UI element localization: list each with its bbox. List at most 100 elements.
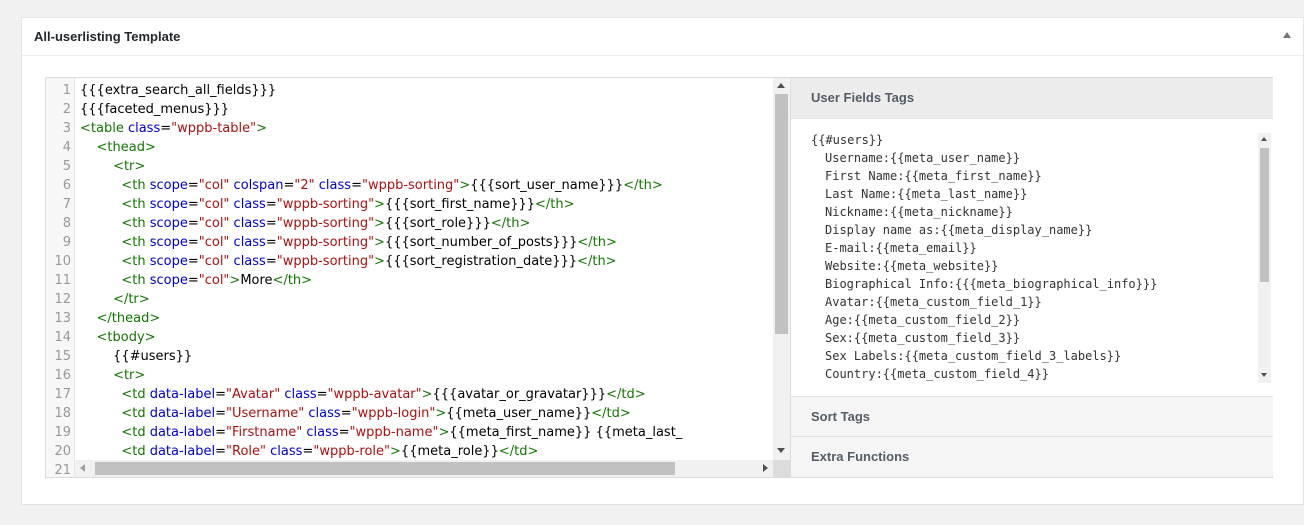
code-token: = [187,216,199,231]
collapse-arrow-icon[interactable] [1283,32,1291,38]
code-line[interactable]: 5 <tr> [46,157,790,176]
code-line[interactable]: 16 <tr> [46,366,790,385]
code-line[interactable]: 8 <th scope="col" class="wppb-sorting">{… [46,214,790,233]
code-text: <td data-label="Username" class="wppb-lo… [80,404,630,423]
scroll-thumb[interactable] [775,94,788,334]
code-text: <tr> [80,157,145,176]
line-number: 19 [54,425,71,440]
scroll-up-arrow-icon[interactable] [1261,137,1267,141]
tags-side-panel: User Fields Tags {{#users}} Username:{{me… [790,78,1273,477]
code-lines[interactable]: 1 {{{extra_search_all_fields}}} 2 {{{facete… [46,81,790,477]
code-token: = [316,387,328,402]
code-token: class [127,121,161,136]
code-line[interactable]: 18 <td data-label="Username" class="wppb… [46,404,790,423]
code-line[interactable]: 1 {{{extra_search_all_fields}}} [46,81,790,100]
scroll-right-arrow-icon[interactable] [763,464,768,472]
code-token: class [233,216,266,231]
user-field-tag: Age:{{meta_custom_field_2}} [825,313,1021,327]
code-token: > [421,387,433,402]
scroll-thumb[interactable] [1260,148,1269,282]
code-token: = [351,178,362,193]
user-field-tag: First Name:{{meta_first_name}} [825,169,1042,183]
code-line[interactable]: 20 <td data-label="Role" class="wppb-rol… [46,442,790,461]
scroll-thumb[interactable] [95,462,675,475]
code-horizontal-scrollbar[interactable] [75,460,773,477]
code-line[interactable]: 10 <th scope="col" class="wppb-sorting">… [46,252,790,271]
code-line[interactable]: 13 </thead> [46,309,790,328]
code-token: {{meta_user_name}} [446,406,592,421]
user-field-tag: Nickname:{{meta_nickname}} [825,205,1013,219]
code-token: <tr> [113,368,146,383]
code-line[interactable]: 12 </tr> [46,290,790,309]
scroll-up-arrow-icon[interactable] [777,83,785,88]
code-text: </tr> [80,290,150,309]
code-line[interactable]: 19 <td data-label="Firstname" class="wpp… [46,423,790,442]
code-text: <th scope="col">More</th> [80,271,312,290]
code-token: > [229,273,241,288]
code-token: class [233,197,266,212]
code-vertical-scrollbar[interactable] [773,78,790,460]
code-line[interactable]: 2 {{{faceted_menus}}} [46,100,790,119]
code-text: {{#users}} [80,347,192,366]
code-token: > [438,425,450,440]
all-userlisting-template-box: All-userlisting Template 1 {{{extra_searc… [21,17,1304,505]
code-token: <td [121,444,150,459]
code-line[interactable]: 3 <table class="wppb-table"> [46,119,790,138]
code-text: </thead> [80,309,161,328]
code-editor[interactable]: 1 {{{extra_search_all_fields}}} 2 {{{facete… [46,78,790,477]
scroll-down-arrow-icon[interactable] [777,448,785,453]
code-token: data-label [149,425,216,440]
code-token: </th> [272,273,313,288]
code-token: scope [149,197,188,212]
code-token: = [215,444,227,459]
line-number: 21 [54,463,71,477]
code-token: > [374,235,385,250]
line-number: 1 [62,83,71,98]
code-token: > [374,197,385,212]
code-token: = [338,425,350,440]
code-line[interactable]: 15 {{#users}} [46,347,790,366]
line-number: 3 [62,121,71,136]
code-token: = [265,235,277,250]
code-text: <tbody> [80,328,156,347]
user-fields-tags-list[interactable]: {{#users}} Username:{{meta_user_name}} Fir… [791,118,1273,396]
code-line[interactable]: 9 <th scope="col" class="wppb-sorting">{… [46,233,790,252]
scroll-left-arrow-icon[interactable] [80,464,85,472]
line-number: 17 [54,387,71,402]
code-token: "Avatar" [226,387,281,402]
code-token: "col" [198,254,230,269]
scroll-down-arrow-icon[interactable] [1261,373,1267,377]
postbox-header[interactable]: All-userlisting Template [22,18,1303,56]
code-text: <th scope="col" class="wppb-sorting">{{{… [80,195,574,214]
user-field-tag: Sex Labels:{{meta_custom_field_3_labels}… [825,349,1122,363]
code-token: {{meta_first_name}} {{meta_last_ [449,425,683,440]
code-token: = [340,406,352,421]
user-fields-tags-header[interactable]: User Fields Tags [791,78,1273,118]
line-number: 20 [54,444,71,459]
extra-functions-header[interactable]: Extra Functions [791,436,1273,476]
code-token: = [302,444,314,459]
code-token: class [233,254,266,269]
code-line[interactable]: 17 <td data-label="Avatar" class="wppb-a… [46,385,790,404]
line-number: 14 [54,330,71,345]
code-token: data-label [149,406,216,421]
code-token: "wppb-sorting" [276,197,375,212]
code-token: "wppb-table" [171,121,257,136]
code-token: {{{faceted_menus}}} [80,102,230,117]
user-field-tag: Biographical Info:{{{meta_biographical_i… [825,277,1158,291]
code-line[interactable]: 4 <thead> [46,138,790,157]
code-token: </th> [577,254,617,269]
code-line[interactable]: 11 <th scope="col">More</th> [46,271,790,290]
code-line[interactable]: 14 <tbody> [46,328,790,347]
tags-vertical-scrollbar[interactable] [1258,133,1271,383]
code-line[interactable]: 6 <th scope="col" colspan="2" class="wpp… [46,176,790,195]
code-token: = [283,178,295,193]
code-token: {{{sort_number_of_posts}}} [384,235,578,250]
code-line[interactable]: 7 <th scope="col" class="wppb-sorting">{… [46,195,790,214]
sort-tags-header[interactable]: Sort Tags [791,396,1273,436]
line-number: 5 [62,159,71,174]
code-token: "wppb-login" [351,406,436,421]
